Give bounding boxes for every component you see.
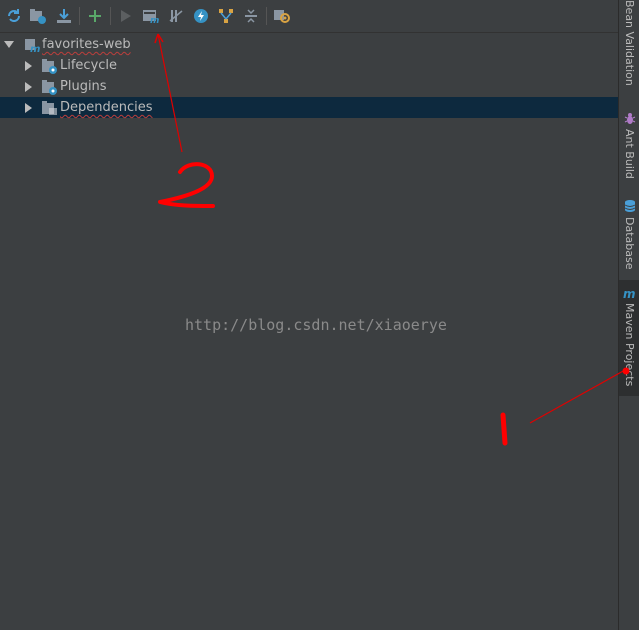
handwritten-digit-two (158, 162, 215, 208)
annotation-arrow-1 (529, 367, 630, 424)
handwritten-digit-one (500, 412, 508, 446)
annotation-arrow-2 (154, 33, 183, 153)
red-annotations (154, 33, 630, 446)
